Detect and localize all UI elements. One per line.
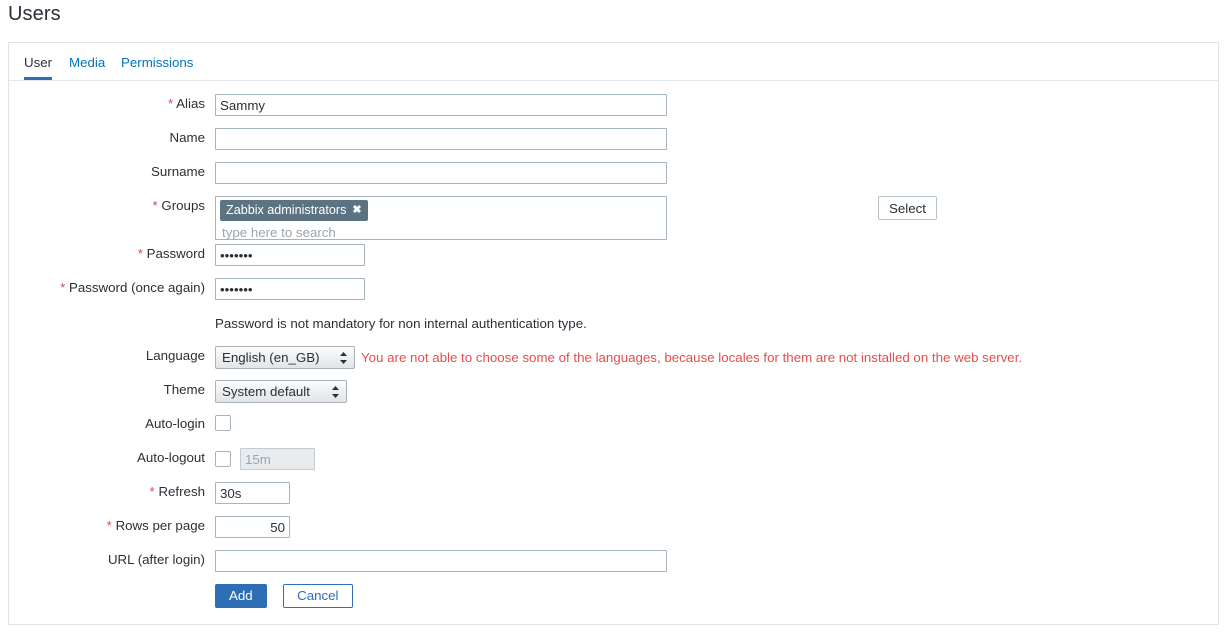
group-chip: Zabbix administrators ✖ <box>220 200 368 221</box>
label-theme: Theme <box>9 380 205 399</box>
field-password-confirm <box>215 278 365 300</box>
required-marker: * <box>107 518 112 533</box>
tab-bar: User Media Permissions <box>9 53 1218 81</box>
label-groups: * Groups <box>9 196 205 215</box>
label-rows-per-page: * Rows per page <box>9 516 205 535</box>
password-note: Password is not mandatory for non intern… <box>215 314 587 333</box>
form-row-alias: * Alias <box>9 94 1218 128</box>
form-row-auto-login: Auto-login <box>9 414 1218 448</box>
form-row-surname: Surname <box>9 162 1218 196</box>
field-rows-per-page <box>215 516 290 538</box>
theme-select-wrap: System default <box>215 380 347 403</box>
field-alias <box>215 94 667 116</box>
url-after-login-input[interactable] <box>215 550 667 572</box>
field-name <box>215 128 667 150</box>
required-marker: * <box>60 280 65 295</box>
user-form: * Alias Name Surname <box>9 81 1218 614</box>
groups-multiselect[interactable]: Zabbix administrators ✖ <box>215 196 667 240</box>
label-language: Language <box>9 346 205 365</box>
form-row-refresh: * Refresh <box>9 482 1218 516</box>
label-alias: * Alias <box>9 94 205 113</box>
field-refresh <box>215 482 290 504</box>
label-rows-per-page-text: Rows per page <box>116 518 205 533</box>
alias-input[interactable] <box>215 94 667 116</box>
required-marker: * <box>138 246 143 261</box>
field-auto-logout <box>215 448 315 470</box>
language-warning: You are not able to choose some of the l… <box>361 348 1022 367</box>
groups-search-input[interactable] <box>220 224 653 241</box>
field-auto-login <box>215 414 231 432</box>
required-marker: * <box>168 96 173 111</box>
form-row-auto-logout: Auto-logout <box>9 448 1218 482</box>
form-row-password-note: Password is not mandatory for non intern… <box>9 312 1218 346</box>
label-refresh-text: Refresh <box>158 484 205 499</box>
field-url-after-login <box>215 550 667 572</box>
form-row-name: Name <box>9 128 1218 162</box>
form-row-url-after-login: URL (after login) <box>9 550 1218 584</box>
field-groups: Zabbix administrators ✖ Select <box>215 196 667 240</box>
group-chip-label: Zabbix administrators <box>226 202 346 218</box>
label-password-text: Password <box>147 246 205 261</box>
page-header: Users <box>0 0 1227 38</box>
tab-media[interactable]: Media <box>69 53 105 80</box>
label-password-confirm: * Password (once again) <box>9 278 205 297</box>
required-marker: * <box>153 198 158 213</box>
label-auto-logout: Auto-logout <box>9 448 205 467</box>
auto-logout-checkbox[interactable] <box>215 451 231 467</box>
form-row-password: * Password <box>9 244 1218 278</box>
label-url-after-login: URL (after login) <box>9 550 205 569</box>
label-groups-text: Groups <box>161 198 205 213</box>
form-actions: Add Cancel <box>9 584 1218 614</box>
rows-per-page-input[interactable] <box>215 516 290 538</box>
surname-input[interactable] <box>215 162 667 184</box>
form-row-rows-per-page: * Rows per page <box>9 516 1218 550</box>
theme-select[interactable]: System default <box>215 380 347 403</box>
label-name: Name <box>9 128 205 147</box>
auto-login-checkbox[interactable] <box>215 415 231 431</box>
remove-group-icon[interactable]: ✖ <box>352 202 361 218</box>
form-row-theme: Theme System default <box>9 380 1218 414</box>
label-surname: Surname <box>9 162 205 181</box>
action-buttons: Add Cancel <box>215 584 353 608</box>
language-select-wrap: English (en_GB) <box>215 346 355 369</box>
label-refresh: * Refresh <box>9 482 205 501</box>
page-title: Users <box>8 3 61 26</box>
label-password: * Password <box>9 244 205 263</box>
field-surname <box>215 162 667 184</box>
form-row-password-confirm: * Password (once again) <box>9 278 1218 312</box>
password-confirm-input[interactable] <box>215 278 365 300</box>
user-form-card: User Media Permissions * Alias Name <box>8 42 1219 625</box>
field-language: English (en_GB) <box>215 346 355 369</box>
tab-permissions[interactable]: Permissions <box>121 53 193 80</box>
auto-logout-input <box>240 448 315 470</box>
add-button[interactable]: Add <box>215 584 267 608</box>
required-marker: * <box>150 484 155 499</box>
cancel-button[interactable]: Cancel <box>283 584 352 608</box>
label-alias-text: Alias <box>176 96 205 111</box>
language-select[interactable]: English (en_GB) <box>215 346 355 369</box>
field-theme: System default <box>215 380 347 403</box>
form-row-groups: * Groups Zabbix administrators ✖ Select <box>9 196 1218 244</box>
form-row-language: Language English (en_GB) You are not abl… <box>9 346 1218 380</box>
tab-user[interactable]: User <box>24 53 52 80</box>
users-configuration-page: Users User Media Permissions * Alias N <box>0 0 1227 637</box>
label-auto-login: Auto-login <box>9 414 205 433</box>
select-groups-button[interactable]: Select <box>878 196 937 220</box>
refresh-input[interactable] <box>215 482 290 504</box>
password-input[interactable] <box>215 244 365 266</box>
label-password-confirm-text: Password (once again) <box>69 280 205 295</box>
field-password <box>215 244 365 266</box>
name-input[interactable] <box>215 128 667 150</box>
